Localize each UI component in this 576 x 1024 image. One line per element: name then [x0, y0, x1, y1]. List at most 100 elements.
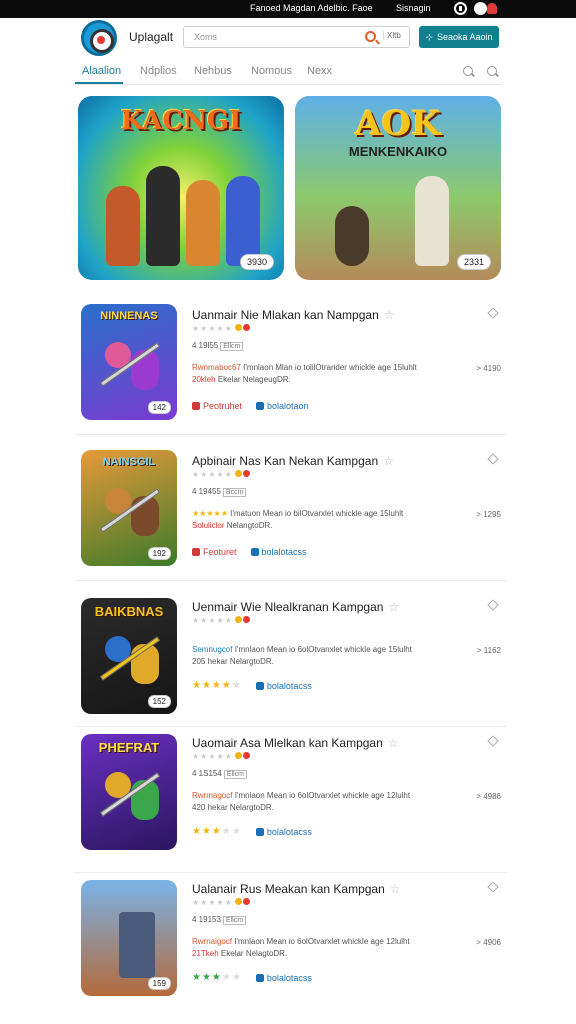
- tab-1[interactable]: Alaalion: [82, 65, 121, 77]
- featured-title: AOK: [355, 104, 441, 144]
- category-tag[interactable]: bolalotacss: [255, 681, 312, 691]
- game-meta: 4 19153 Ellcm: [192, 915, 247, 925]
- game-description: Semnugcof I'mnlaon Mean io 6olOtvanxlet …: [192, 645, 412, 666]
- tab-3[interactable]: Nehbus: [194, 65, 232, 77]
- more-options-icon[interactable]: [487, 881, 499, 893]
- search-input[interactable]: Xoms: [194, 32, 217, 42]
- character-figure: [106, 186, 140, 266]
- thumbnail-badge: 192: [147, 547, 171, 560]
- avatar-icon[interactable]: [474, 2, 487, 15]
- game-thumbnail[interactable]: 159: [81, 880, 177, 996]
- featured-artwork: [98, 146, 264, 266]
- search-action-label: Seaoka Aaoin: [437, 32, 493, 42]
- game-price: > 1295: [476, 510, 501, 519]
- game-thumbnail[interactable]: BAIKBNAS 152: [81, 598, 177, 714]
- featured-tag[interactable]: Feoturet: [192, 547, 237, 557]
- top-bar: Fanoed Magdan Adelbic. Faoe Sisnagin: [0, 0, 576, 18]
- search-filter[interactable]: Xltb: [383, 31, 401, 40]
- search-action-button[interactable]: ⊹ Seaoka Aaoin: [419, 26, 499, 48]
- tab-4[interactable]: Nomous: [251, 65, 292, 77]
- featured-badge: 3930: [239, 254, 274, 270]
- search-bar[interactable]: Xoms Xltb: [183, 26, 410, 48]
- game-title[interactable]: Uenmair Wie Nlealkranan Kampgan ☆: [192, 600, 399, 614]
- game-title[interactable]: Uanmair Nie Mlakan kan Nampgan ☆: [192, 308, 395, 322]
- category-tag[interactable]: bolalotaon: [256, 401, 309, 411]
- search-icon[interactable]: [463, 66, 473, 76]
- game-description: ★★★★★ I'matuon Mean io bilOtvarxlet whic…: [192, 509, 404, 530]
- tab-2[interactable]: Ndplios: [140, 65, 177, 77]
- plus-icon: ⊹: [425, 31, 433, 42]
- favorite-star-icon[interactable]: ☆: [390, 882, 401, 896]
- game-price: > 4906: [476, 938, 501, 947]
- game-description: Rwrnaigocf I'mnlaon Mean io 6olOtvarxlet…: [192, 937, 410, 958]
- favorite-star-icon[interactable]: ☆: [388, 600, 399, 614]
- rating-stars: ★★★★★: [192, 898, 250, 907]
- thumbnail-label: BAIKBNAS: [94, 604, 164, 619]
- character-figure: [415, 176, 449, 266]
- header: Uplagalt Xoms Xltb ⊹ Seaoka Aaoin: [0, 18, 576, 58]
- tag-row: Peotruhet bolalotaon: [192, 401, 309, 411]
- more-options-icon[interactable]: [487, 453, 499, 465]
- tag-rating-stars: ★★★★★: [192, 826, 242, 837]
- rating-stars: ★★★★★: [192, 324, 250, 333]
- character-figure: [226, 176, 260, 266]
- game-meta: 4 19455 Bccm: [192, 487, 247, 497]
- game-price: > 1162: [476, 646, 501, 655]
- character-figure: [335, 206, 369, 266]
- game-thumbnail[interactable]: NAINSGIL 192: [81, 450, 177, 566]
- list-item[interactable]: NINNENAS 142 Uanmair Nie Mlakan kan Namp…: [75, 290, 507, 435]
- favorite-star-icon[interactable]: ☆: [384, 308, 395, 322]
- category-tag[interactable]: bolalotacss: [250, 547, 307, 557]
- thumbnail-label: PHEFRAT: [98, 740, 160, 755]
- category-tag[interactable]: bolalotacss: [255, 827, 312, 837]
- tab-bar: Alaalion Ndplios Nehbus Nomous Nexx: [0, 58, 576, 86]
- thumbnail-badge: 159: [147, 977, 171, 990]
- tag-row: ★★★★★ bolalotacss: [192, 680, 312, 691]
- category-tag[interactable]: bolalotacss: [255, 973, 312, 983]
- game-title[interactable]: Apbinair Nas Kan Nekan Kampgan ☆: [192, 454, 394, 468]
- game-description: Rwrmagocf I'mnlaon Mean io 6olOtvarxlet …: [192, 791, 411, 812]
- signin-link[interactable]: Sisnagin: [396, 3, 431, 13]
- tag-row: ★★★★★ bolalotacss: [192, 972, 312, 983]
- featured-artwork: [315, 146, 481, 266]
- rating-stars: ★★★★★: [192, 752, 250, 761]
- tab-5[interactable]: Nexx: [307, 65, 332, 77]
- info-icon[interactable]: [454, 2, 467, 15]
- game-description: Rwnmaboc67 I'mnlaon Mlan io tolilOtrarid…: [192, 363, 417, 384]
- filter-icon[interactable]: [487, 66, 497, 76]
- tag-rating-stars: ★★★★★: [192, 680, 242, 691]
- thumbnail-badge: 142: [147, 401, 171, 414]
- more-options-icon[interactable]: [487, 735, 499, 747]
- featured-title: KACNGI: [120, 106, 242, 136]
- search-icon[interactable]: [365, 31, 376, 42]
- favorite-star-icon[interactable]: ☆: [383, 454, 394, 468]
- list-item[interactable]: 159 Ualanair Rus Meakan kan Kampgan ☆ ★★★…: [75, 874, 507, 1019]
- game-thumbnail[interactable]: NINNENAS 142: [81, 304, 177, 420]
- game-title[interactable]: Uaomair Asa Mlelkan kan Kampgan ☆: [192, 736, 399, 750]
- tag-row: ★★★★★ bolalotacss: [192, 826, 312, 837]
- tab-divider: [75, 84, 502, 85]
- featured-card[interactable]: AOK MENKENKAIKO 2331: [295, 96, 501, 280]
- game-meta: 4 1S154 Ellcm: [192, 769, 247, 779]
- list-item[interactable]: NAINSGIL 192 Apbinair Nas Kan Nekan Kamp…: [75, 436, 507, 581]
- app-name: Uplagalt: [129, 30, 174, 44]
- featured-card[interactable]: KACNGI 3930: [78, 96, 284, 280]
- featured-tag[interactable]: Peotruhet: [192, 401, 242, 411]
- thumbnail-badge: 152: [147, 695, 171, 708]
- game-price: > 4986: [476, 792, 501, 801]
- thumbnail-label: NAINSGIL: [102, 456, 156, 468]
- rating-stars: ★★★★★: [192, 470, 250, 479]
- featured-badge: 2331: [456, 254, 491, 270]
- game-meta: 4 19l55 Ellcm: [192, 341, 244, 351]
- app-logo-icon[interactable]: [81, 20, 117, 56]
- more-options-icon[interactable]: [487, 599, 499, 611]
- game-price: > 4190: [476, 364, 501, 373]
- list-item[interactable]: BAIKBNAS 152 Uenmair Wie Nlealkranan Kam…: [75, 582, 507, 727]
- list-item[interactable]: PHEFRAT Uaomair Asa Mlelkan kan Kampgan ☆…: [75, 728, 507, 873]
- game-thumbnail[interactable]: PHEFRAT: [81, 734, 177, 850]
- game-title[interactable]: Ualanair Rus Meakan kan Kampgan ☆: [192, 882, 401, 896]
- more-options-icon[interactable]: [487, 307, 499, 319]
- favorite-star-icon[interactable]: ☆: [388, 736, 399, 750]
- notification-icon[interactable]: [487, 3, 497, 14]
- tag-row: Feoturet bolalotacss: [192, 547, 307, 557]
